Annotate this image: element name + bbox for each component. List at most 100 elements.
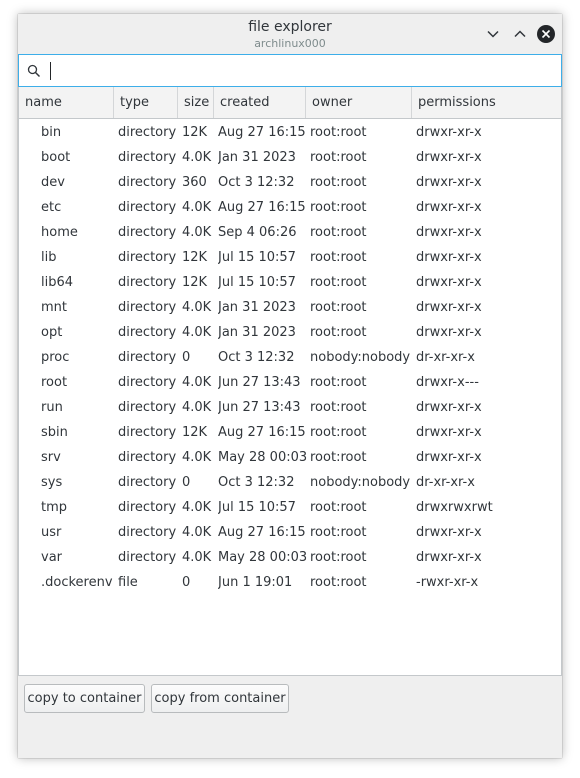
close-icon [541,29,551,39]
chevron-down-icon [487,30,499,38]
cell-permissions: drwxr-xr-x [416,175,482,190]
cell-permissions: drwxrwxrwt [416,500,493,515]
cell-size: 4.0K [182,450,212,465]
cell-type: directory [118,475,177,490]
maximize-button[interactable] [511,25,529,43]
cell-type: directory [118,350,177,365]
cell-type: directory [118,225,177,240]
cell-permissions: drwxr-xr-x [416,275,482,290]
cell-name: opt [41,325,63,340]
cell-size: 12K [182,275,208,290]
cell-type: directory [118,325,177,340]
title-bar[interactable]: file explorer archlinux000 [18,14,562,54]
cell-name: sbin [41,425,68,440]
table-row[interactable]: lib64 directory 12K Jul 15 10:57 root:root dr… [19,270,561,295]
close-button[interactable] [537,25,555,43]
cell-name: lib64 [41,275,74,290]
table-row[interactable]: dev directory 360 Oct 3 12:32 root:root drwxr… [19,170,561,195]
cell-owner: root:root [310,550,367,565]
cell-created: Jan 31 2023 [218,300,296,315]
cell-size: 12K [182,425,208,440]
table-row[interactable]: opt directory 4.0K Jan 31 2023 root:root drwx… [19,320,561,345]
text-cursor [50,62,51,80]
file-explorer-window: file explorer archlinux000 name type siz… [18,14,562,758]
cell-size: 0 [182,575,191,590]
cell-created: Jul 15 10:57 [218,500,296,515]
table-row[interactable]: srv directory 4.0K May 28 00:03 root:root drw… [19,445,561,470]
table-row[interactable]: lib directory 12K Jul 15 10:57 root:root drwx… [19,245,561,270]
cell-created: May 28 00:03 [218,450,308,465]
table-body: bin directory 12K Aug 27 16:15 root:root drwx… [19,120,561,595]
table-row[interactable]: home directory 4.0K Sep 4 06:26 root:root drw… [19,220,561,245]
window-subtitle: archlinux000 [254,37,326,50]
cell-name: dev [41,175,65,190]
cell-name: srv [41,450,61,465]
table-row[interactable]: var directory 4.0K May 28 00:03 root:root drw… [19,545,561,570]
copy-from-container-button[interactable]: copy from container [151,684,289,713]
cell-size: 4.0K [182,525,212,540]
copy-to-container-button[interactable]: copy to container [24,684,145,713]
table-row[interactable]: sbin directory 12K Aug 27 16:15 root:root drw… [19,420,561,445]
table-row[interactable]: root directory 4.0K Jun 27 13:43 root:root dr… [19,370,561,395]
table-row[interactable]: etc directory 4.0K Aug 27 16:15 root:root drw… [19,195,561,220]
cell-permissions: drwxr-xr-x [416,425,482,440]
cell-created: Jul 15 10:57 [218,250,296,265]
table-row[interactable]: run directory 4.0K Jun 27 13:43 root:root drw… [19,395,561,420]
search-icon [27,64,41,78]
table-row[interactable]: proc directory 0 Oct 3 12:32 nobody:nobody dr… [19,345,561,370]
cell-name: home [41,225,78,240]
cell-created: Jul 15 10:57 [218,275,296,290]
cell-permissions: drwxr-xr-x [416,325,482,340]
table-row[interactable]: bin directory 12K Aug 27 16:15 root:root drwx… [19,120,561,145]
cell-created: Aug 27 16:15 [218,125,306,140]
table-row[interactable]: mnt directory 4.0K Jan 31 2023 root:root drwx… [19,295,561,320]
cell-owner: root:root [310,300,367,315]
column-header-owner[interactable]: owner [306,87,412,118]
cell-name: root [41,375,68,390]
cell-created: Oct 3 12:32 [218,475,295,490]
cell-created: Jun 27 13:43 [218,400,301,415]
search-bar [18,54,562,87]
cell-size: 0 [182,350,191,365]
cell-name: var [41,550,63,565]
cell-created: May 28 00:03 [218,550,308,565]
cell-name: bin [41,125,62,140]
cell-type: directory [118,250,177,265]
cell-permissions: drwxr-xr-x [416,150,482,165]
table-row[interactable]: boot directory 4.0K Jan 31 2023 root:root drw… [19,145,561,170]
cell-type: directory [118,500,177,515]
column-header-type[interactable]: type [114,87,178,118]
minimize-button[interactable] [484,25,502,43]
cell-permissions: drwxr-xr-x [416,250,482,265]
cell-type: directory [118,425,177,440]
column-header-name[interactable]: name [19,87,114,118]
cell-type: directory [118,275,177,290]
cell-size: 4.0K [182,150,212,165]
cell-size: 0 [182,475,191,490]
table-row[interactable]: usr directory 4.0K Aug 27 16:15 root:root drw… [19,520,561,545]
cell-permissions: drwxr-xr-x [416,400,482,415]
cell-permissions: drwxr-xr-x [416,225,482,240]
cell-size: 4.0K [182,225,212,240]
cell-size: 4.0K [182,325,212,340]
cell-type: directory [118,525,177,540]
cell-permissions: drwxr-xr-x [416,550,482,565]
cell-name: usr [41,525,62,540]
search-input[interactable] [49,60,549,82]
cell-owner: root:root [310,225,367,240]
column-header-size[interactable]: size [178,87,214,118]
cell-type: directory [118,550,177,565]
cell-owner: root:root [310,525,367,540]
column-header-permissions[interactable]: permissions [412,87,561,118]
cell-owner: root:root [310,125,367,140]
cell-size: 12K [182,250,208,265]
table-row[interactable]: sys directory 0 Oct 3 12:32 nobody:nobody dr-… [19,470,561,495]
cell-name: run [41,400,63,415]
column-header-created[interactable]: created [214,87,306,118]
cell-size: 4.0K [182,500,212,515]
cell-type: directory [118,300,177,315]
table-row[interactable]: .dockerenv file 0 Jun 1 19:01 root:root -rwxr… [19,570,561,595]
cell-type: directory [118,200,177,215]
cell-owner: root:root [310,175,367,190]
table-row[interactable]: tmp directory 4.0K Jul 15 10:57 root:root drw… [19,495,561,520]
